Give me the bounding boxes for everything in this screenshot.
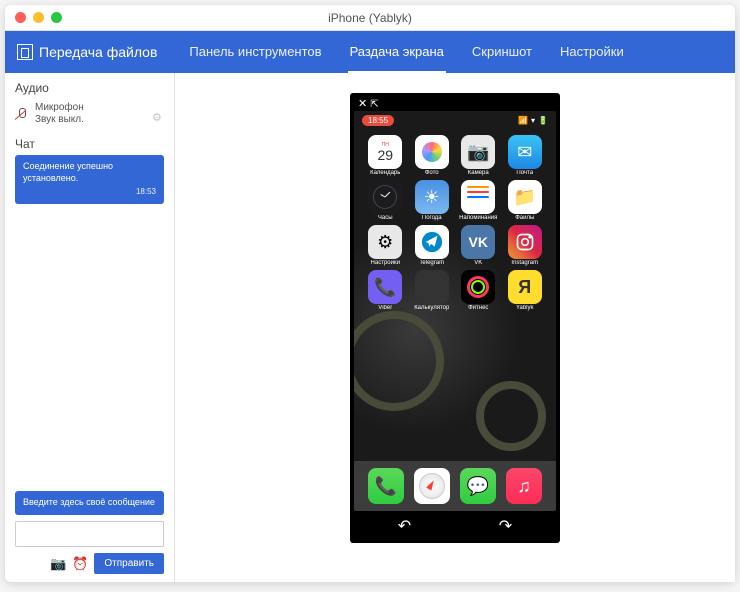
app-files[interactable]: 📁 Файлы [504,180,547,221]
tab-screenshot[interactable]: Скриншот [470,32,534,73]
mic-status: Звук выкл. [35,114,146,126]
camera-icon[interactable]: 📷 [50,556,66,572]
dock-app-phone[interactable]: 📞 [368,468,404,504]
dock-app-messages[interactable]: 💬 [460,468,496,504]
minimize-window-button[interactable] [33,12,44,23]
app-settings[interactable]: ⚙ Настройки [364,225,407,266]
send-button[interactable]: Отправить [94,553,164,574]
app-name: Передача файлов [39,44,157,60]
phone-dock: 📞 💬 ♫ [354,461,556,511]
app-calendar[interactable]: ПН 29 Календарь [364,135,407,176]
phone-screen[interactable]: 18:55 📶 ▾ 🔋 ПН 29 [354,111,556,511]
nav-forward-icon[interactable]: ↷ [499,516,512,536]
app-telegram[interactable]: Telegram [411,225,454,266]
app-clock[interactable]: Часы [364,180,407,221]
app-logo: Передача файлов [17,44,157,60]
chat-message-time: 18:53 [23,187,156,197]
main-area: Ябл ✕ ⇱ 18:55 📶 ▾ [175,73,735,582]
wifi-icon: ▾ [531,116,535,125]
traffic-lights [15,12,62,23]
phone-frame-controls: ✕ ⇱ [354,97,556,111]
top-nav: Передача файлов Панель инструментов Разд… [5,31,735,73]
dock-app-music[interactable]: ♫ [506,468,542,504]
app-photos[interactable]: Фото [411,135,454,176]
close-mirror-icon[interactable]: ✕ [358,99,367,110]
app-reminders[interactable]: Напоминания [457,180,500,221]
app-weather[interactable]: ☀ Погода [411,180,454,221]
microphone-muted-icon [15,107,29,121]
phone-mirror: ✕ ⇱ 18:55 📶 ▾ 🔋 [350,93,560,543]
chat-message: Соединение успешно установлено. 18:53 [15,155,164,204]
titlebar: iPhone (Yablyk) [5,5,735,31]
nav-tabs: Панель инструментов Раздача экрана Скрин… [187,32,625,73]
audio-section-label: Аудио [15,81,164,95]
tab-toolbar[interactable]: Панель инструментов [187,32,323,73]
chat-section-label: Чат [15,137,164,151]
tab-screen-sharing[interactable]: Раздача экрана [348,32,446,73]
nav-back-icon[interactable]: ↶ [398,516,411,536]
expand-mirror-icon[interactable]: ⇱ [370,99,378,110]
close-window-button[interactable] [15,12,26,23]
chat-bottom-row: 📷 ⏰ Отправить [15,553,164,574]
phone-time: 18:55 [362,115,394,126]
chat-message-text: Соединение успешно установлено. [23,161,156,184]
app-viber[interactable]: 📞 Viber [364,270,407,311]
sidebar: Аудио Микрофон Звук выкл. Чат Соединение… [5,73,175,582]
attachment-icon[interactable]: ⏰ [72,556,88,572]
signal-icon: 📶 [518,116,528,125]
battery-icon: 🔋 [538,116,548,125]
app-fitness[interactable]: Фитнес [457,270,500,311]
tab-settings[interactable]: Настройки [558,32,626,73]
home-screen-grid: ПН 29 Календарь Фото 📷 Камера [354,129,556,317]
app-calculator[interactable]: Калькулятор [411,270,454,311]
mic-label: Микрофон [35,102,146,114]
phone-status-bar: 18:55 📶 ▾ 🔋 [354,111,556,129]
maximize-window-button[interactable] [51,12,62,23]
audio-text: Микрофон Звук выкл. [35,102,146,126]
audio-settings-icon[interactable] [152,108,164,120]
app-mail[interactable]: ✉ Почта [504,135,547,176]
app-vk[interactable]: VK VK [457,225,500,266]
chat-placeholder-bubble: Введите здесь своё сообщение [15,491,164,515]
app-camera[interactable]: 📷 Камера [457,135,500,176]
window-title: iPhone (Yablyk) [328,11,412,25]
phone-nav-bar: ↶ ↷ [354,511,556,541]
calendar-day-number: 29 [377,148,393,162]
chat-input[interactable] [15,521,164,547]
app-window: iPhone (Yablyk) Передача файлов Панель и… [5,5,735,582]
phone-status-icons: 📶 ▾ 🔋 [518,116,548,125]
dock-app-safari[interactable] [414,468,450,504]
app-instagram[interactable]: Instagram [504,225,547,266]
app-yablyk[interactable]: Я Yablyk [504,270,547,311]
audio-row: Микрофон Звук выкл. [15,99,164,129]
file-transfer-icon [17,44,33,60]
content-area: Аудио Микрофон Звук выкл. Чат Соединение… [5,73,735,582]
